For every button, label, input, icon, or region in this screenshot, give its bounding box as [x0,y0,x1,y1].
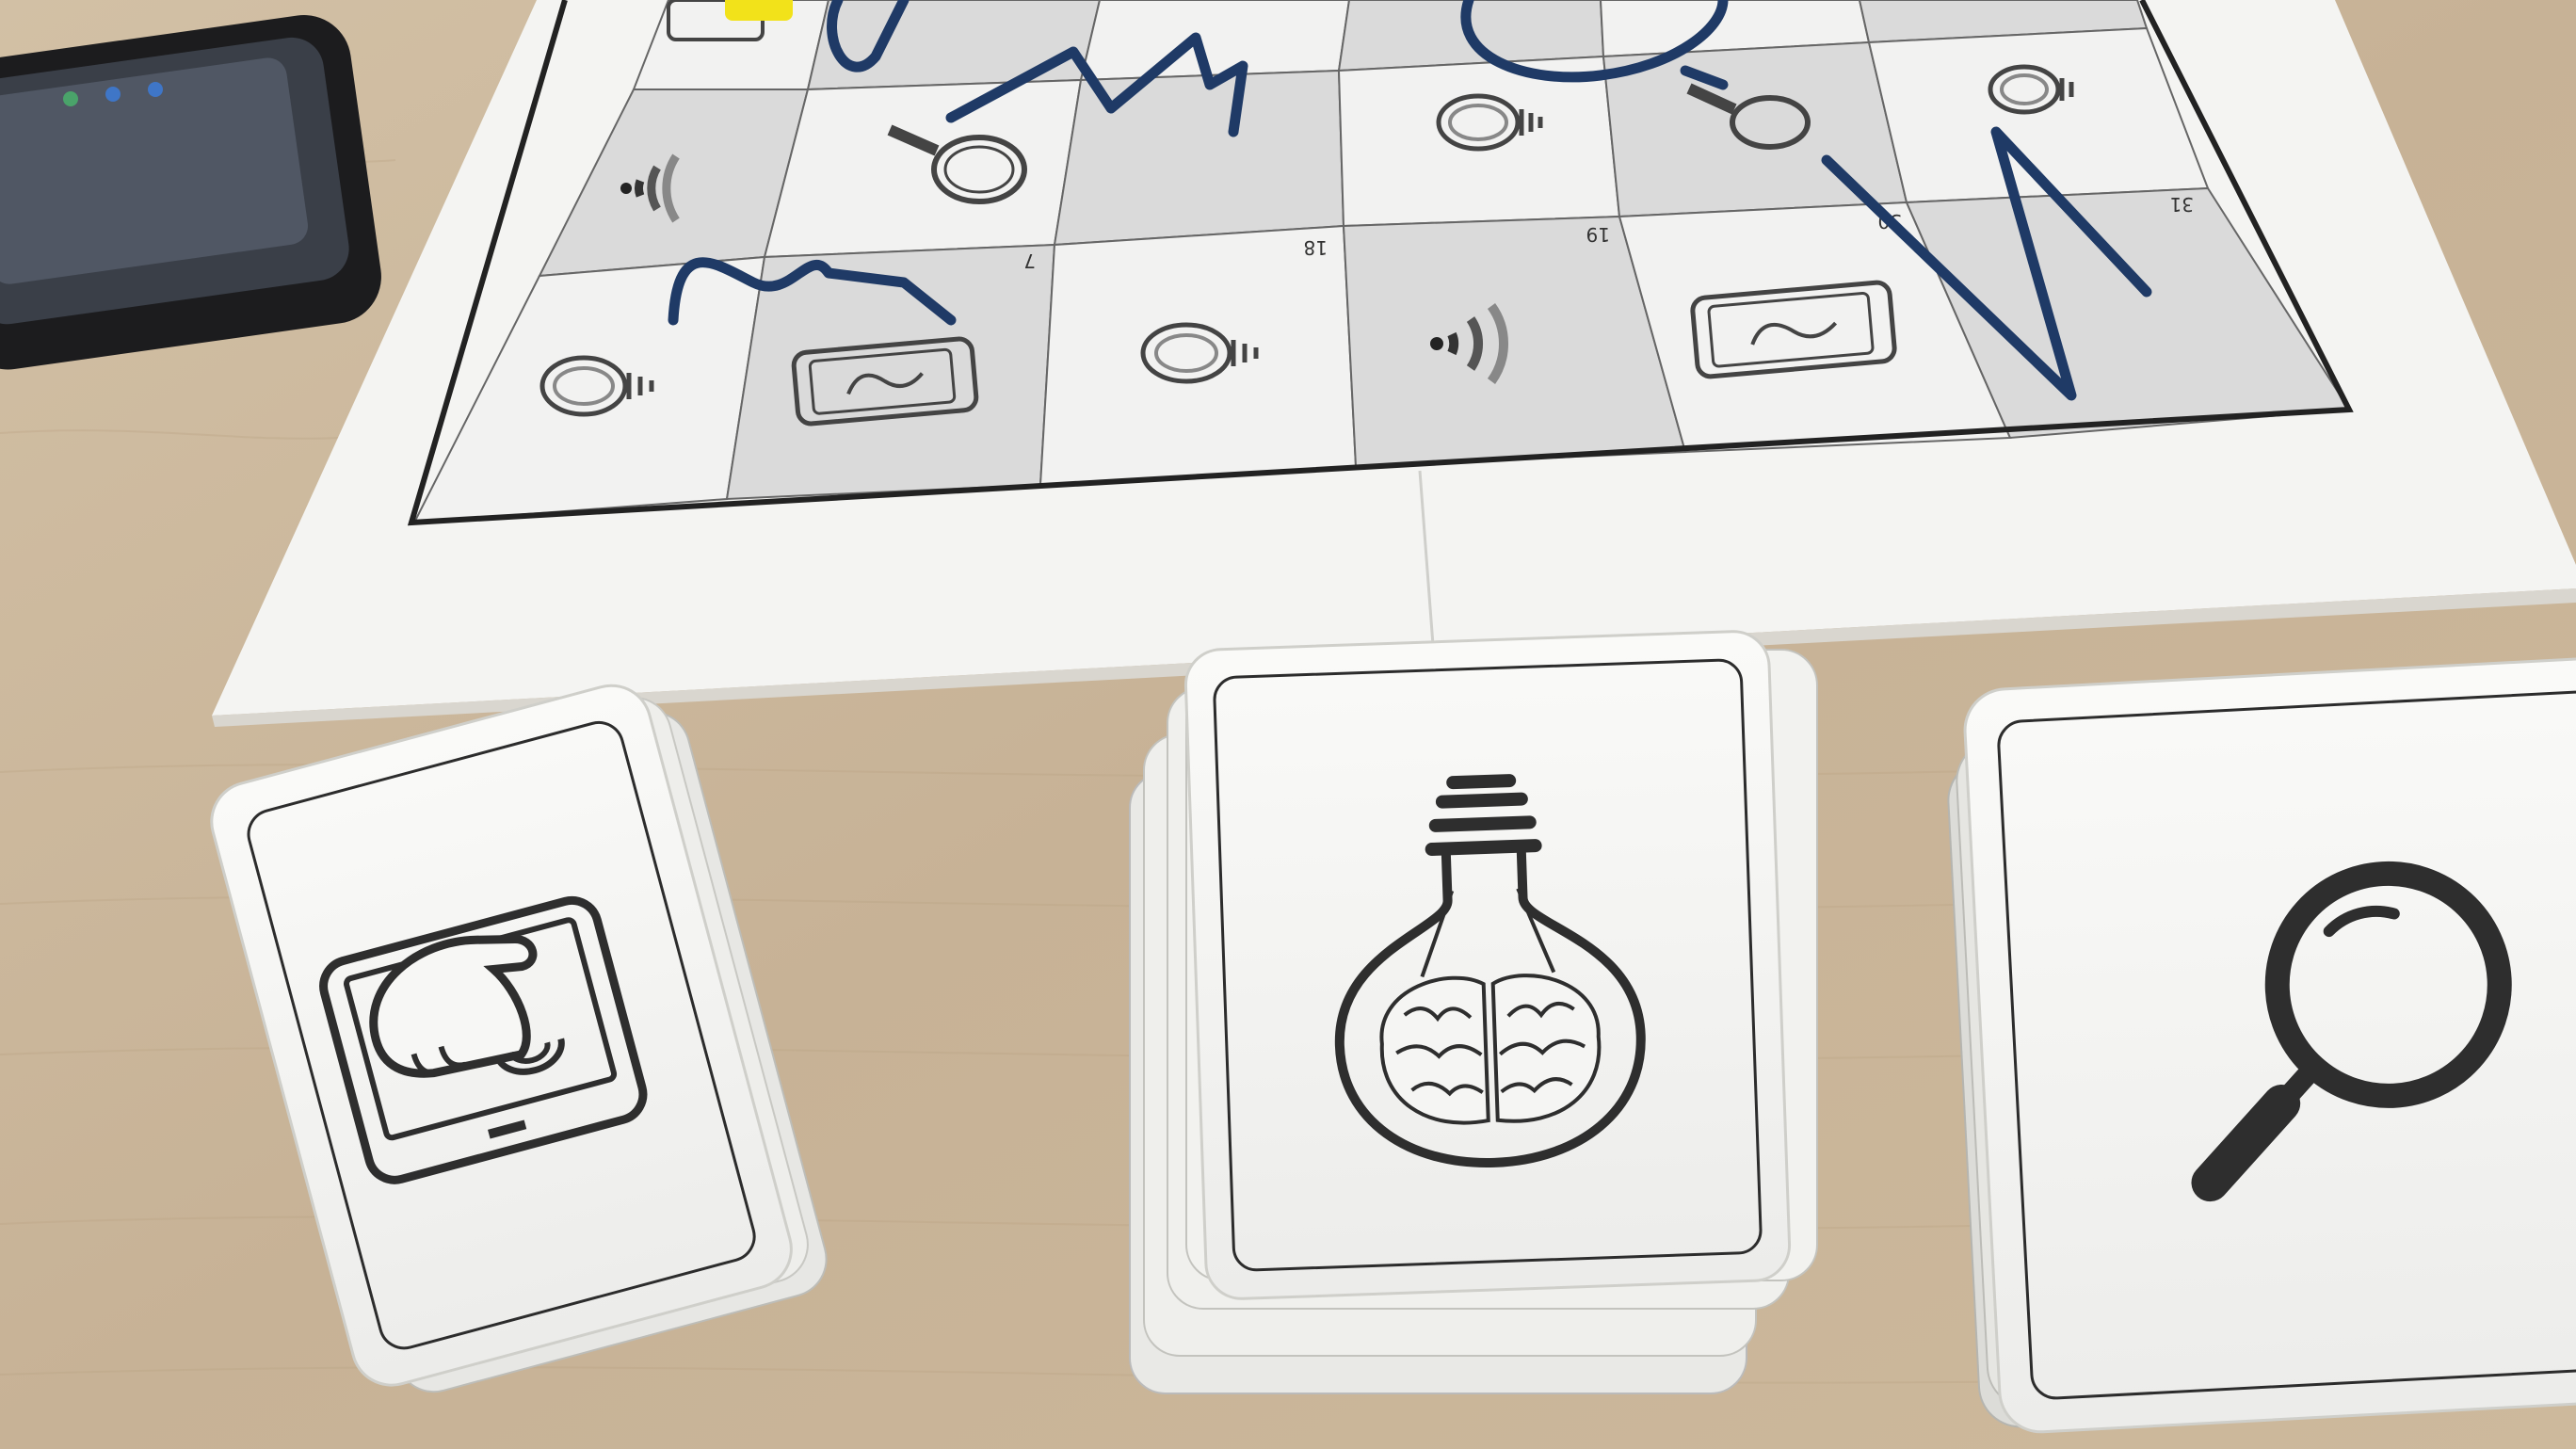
cell-number: 18 [1304,236,1328,259]
cell-number: 19 [1586,223,1610,246]
game-board: 7 18 19 30 31 [212,0,2576,727]
card-deck-center[interactable] [1129,630,1818,1394]
yellow-token[interactable] [725,0,793,21]
card[interactable] [1183,630,1792,1300]
smartphone [0,15,381,370]
board-game-photo: 7 18 19 30 31 [0,0,2576,1449]
cell-number: 7 [1023,250,1036,272]
card[interactable] [1963,656,2576,1434]
card-deck-right[interactable] [1946,656,2576,1434]
cell-number: 31 [2170,193,2194,216]
